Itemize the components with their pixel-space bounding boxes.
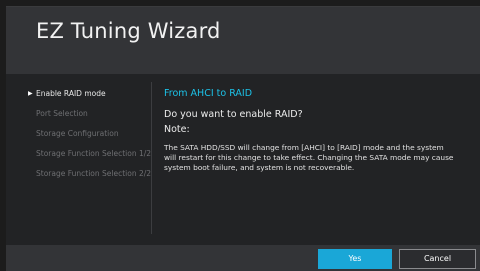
step-label: Storage Function Selection 2/2	[36, 169, 152, 178]
step-label: Storage Configuration	[36, 129, 119, 138]
play-arrow-icon: ▶	[28, 90, 33, 97]
yes-button[interactable]: Yes	[318, 249, 392, 269]
confirmation-question: Do you want to enable RAID?	[164, 109, 303, 120]
cancel-button[interactable]: Cancel	[399, 249, 476, 269]
step-content: From AHCI to RAID Do you want to enable …	[164, 84, 464, 173]
vertical-divider	[151, 82, 152, 234]
step-item-storage-function-2: Storage Function Selection 2/2	[28, 164, 152, 184]
step-label: Port Selection	[36, 109, 88, 118]
step-label: Storage Function Selection 1/2	[36, 149, 152, 158]
step-item-port-selection: Port Selection	[28, 104, 150, 124]
step-list: ▶ Enable RAID mode Port Selection Storag…	[28, 84, 152, 184]
step-item-enable-raid: ▶ Enable RAID mode	[28, 84, 150, 104]
step-item-storage-configuration: Storage Configuration	[28, 124, 150, 144]
step-item-storage-function-1: Storage Function Selection 1/2	[28, 144, 152, 164]
wizard-title: EZ Tuning Wizard	[36, 19, 221, 43]
note-text: The SATA HDD/SSD will change from [AHCI]…	[164, 143, 454, 172]
step-subtitle: From AHCI to RAID	[164, 88, 253, 99]
note-label: Note:	[164, 124, 190, 135]
step-label: Enable RAID mode	[36, 89, 106, 98]
